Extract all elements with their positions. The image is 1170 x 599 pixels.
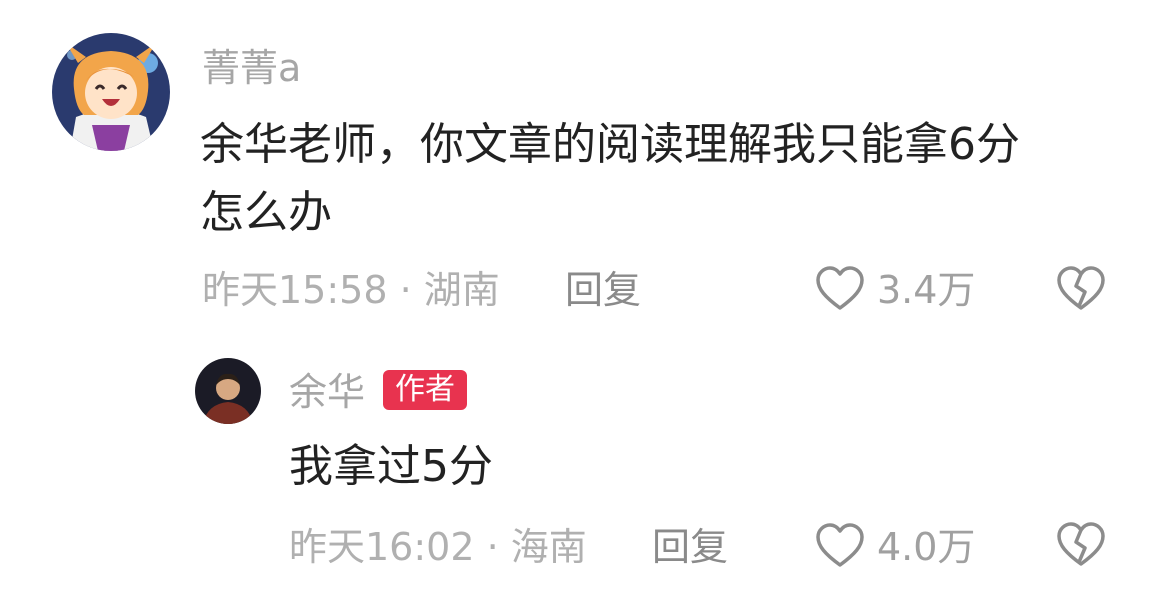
avatar-photo bbox=[195, 358, 261, 424]
comment-text-line-2: 怎么办 bbox=[200, 187, 332, 238]
reply-like-count: 4.0万 bbox=[877, 525, 976, 569]
comment-timestamp-location: 昨天15:58 · 湖南 bbox=[202, 268, 500, 312]
reply-like-button[interactable]: 4.0万 bbox=[815, 520, 985, 570]
comment-username[interactable]: 菁菁a bbox=[202, 48, 301, 88]
broken-heart-icon bbox=[1057, 266, 1105, 310]
comment-like-button[interactable]: 3.4万 bbox=[815, 263, 985, 313]
comment-like-count: 3.4万 bbox=[877, 268, 976, 312]
avatar-illustration bbox=[52, 33, 170, 151]
broken-heart-icon bbox=[1057, 522, 1105, 566]
reply-username[interactable]: 余华 bbox=[289, 372, 365, 412]
author-badge: 作者 bbox=[383, 370, 467, 410]
reply-avatar[interactable] bbox=[195, 358, 261, 424]
heart-icon bbox=[816, 523, 864, 567]
comment-reply-button[interactable]: 回复 bbox=[565, 268, 641, 312]
reply-reply-button[interactable]: 回复 bbox=[652, 525, 728, 569]
avatar[interactable] bbox=[52, 33, 170, 151]
reply-timestamp-location: 昨天16:02 · 海南 bbox=[289, 525, 587, 569]
comment-text-line-1: 余华老师，你文章的阅读理解我只能拿6分 bbox=[200, 119, 1020, 170]
comment-dislike-button[interactable] bbox=[1056, 266, 1106, 312]
reply-dislike-button[interactable] bbox=[1056, 522, 1106, 568]
heart-icon bbox=[816, 266, 864, 310]
reply-text: 我拿过5分 bbox=[289, 441, 493, 492]
